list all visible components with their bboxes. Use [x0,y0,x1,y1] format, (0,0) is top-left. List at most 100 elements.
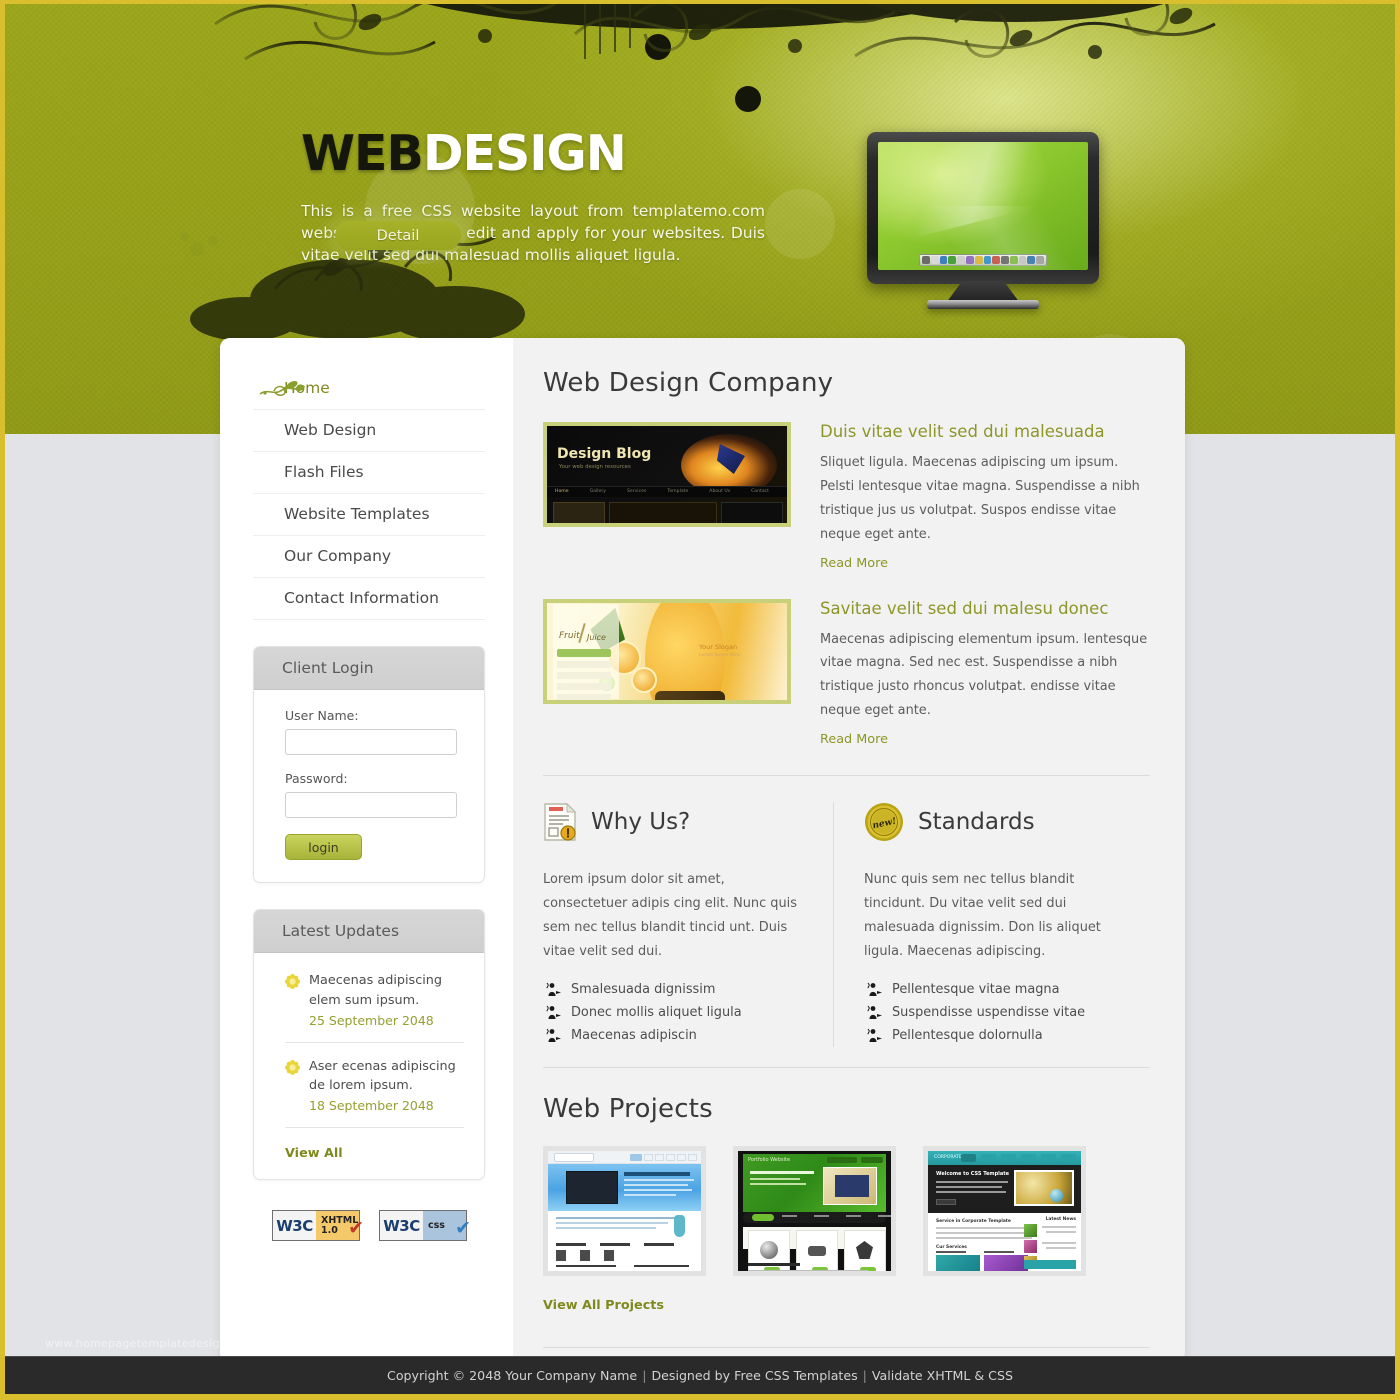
list-item: Maecenas adipiscin [543,1024,803,1047]
content-wrapper: Home Web Design Flash Files Website Temp… [220,338,1185,1362]
bullet-text: Pellentesque vitae magna [892,982,1060,997]
flower-icon [285,1059,300,1075]
w3c-logo-xhtml: W3C [273,1211,316,1241]
article-title: Savitae velit sed dui malesu donec [820,598,1109,618]
monitor-dock [919,254,1047,266]
sidebar-item-website-templates[interactable]: Website Templates [253,494,485,536]
bullet-person-icon [546,1005,561,1019]
checkmark-icon: ✔ [455,1217,471,1240]
sidebar-item-web-design[interactable]: Web Design [253,410,485,452]
bullet-person-icon [867,1028,882,1042]
why-us-title: Why Us? [591,809,691,835]
detail-button[interactable]: Detail [335,221,461,250]
leaf-swirl-icon [259,381,305,397]
read-more-link[interactable]: Read More [820,732,888,747]
article-thumbnail-design-blog[interactable]: Design Blog Your web design resources Ho… [543,422,791,527]
project-thumb-teal[interactable]: CORPORATE Welcome to CSS Template Servic… [923,1146,1086,1276]
bullet-text: Maecenas adipiscin [571,1028,697,1043]
sidebar-link-website-templates[interactable]: Website Templates [253,494,485,535]
sidebar-link-web-design[interactable]: Web Design [253,410,485,451]
w3c-xhtml-badge[interactable]: W3C XHTML 1.0 ✔ [272,1210,364,1242]
logo-web: WEB [301,125,424,182]
bullet-text: Donec mollis aliquet ligula [571,1005,742,1020]
projects-row: Portfolio Website CORPORATE Welcome to C… [543,1146,1150,1276]
feature-columns: Why Us? Lorem ipsum dolor sit amet, cons… [543,802,1150,1047]
client-login-body: User Name: Password: login [254,690,484,882]
update-text: Maecenas adipiscing elem sum ipsum. [309,973,443,1008]
computer-monitor-icon [867,132,1099,309]
article-item: Design Blog Your web design resources Ho… [543,422,1150,571]
validation-badges: W3C XHTML 1.0 ✔ W3C css ✔ [272,1210,485,1242]
why-us-column: Why Us? Lorem ipsum dolor sit amet, cons… [543,802,833,1047]
sidebar-link-our-company[interactable]: Our Company [253,536,485,577]
update-date: 25 September 2048 [309,1012,434,1028]
client-login-title: Client Login [254,647,484,690]
site-footer: Copyright © 2048 Your Company Name | Des… [5,1356,1395,1394]
footer-validate-link[interactable]: Validate XHTML & CSS [872,1368,1013,1383]
footer-separator-2: | [862,1368,867,1383]
update-text: Aser ecenas adipiscing de lorem ipsum. [309,1058,456,1094]
sidebar-item-flash-files[interactable]: Flash Files [253,452,485,494]
bullet-person-icon [867,1005,882,1019]
document-alert-icon [544,802,577,841]
latest-updates-body: Maecenas adipiscing elem sum ipsum. 25 S… [254,953,484,1179]
standards-title: Standards [918,809,1035,835]
why-us-bullets: Smalesuada dignissim Donec mollis alique… [543,978,803,1047]
bullet-text: Smalesuada dignissim [571,982,716,997]
list-item: Smalesuada dignissim [543,978,803,1001]
flower-icon [285,974,300,989]
sidebar-item-contact-information[interactable]: Contact Information [253,578,485,620]
sidebar-link-contact-information[interactable]: Contact Information [253,578,485,619]
password-label: Password: [285,771,348,786]
main-content: Web Design Company Design Blog Your web … [513,338,1185,1362]
sidebar-item-home[interactable]: Home [253,368,485,410]
bullet-person-icon [546,1028,561,1042]
article-text: Sliquet ligula. Maecenas adipiscing um i… [820,455,1140,542]
monitor-screen [878,142,1088,270]
standards-text: Nunc quis sem nec tellus blandit tincidu… [864,872,1101,959]
standards-header: new! Standards [864,802,1133,842]
bullet-text: Pellentesque dolornulla [892,1028,1043,1043]
article-thumbnail-fruit-juice[interactable]: Fruit Juice Your Slogan Lorem ipsum dolo… [543,598,791,704]
username-input[interactable] [285,729,457,755]
divider [543,775,1150,776]
bullet-person-icon [867,982,882,996]
footer-copyright: Copyright © 2048 Your Company Name [387,1368,638,1383]
new-seal-icon: new! [865,803,903,841]
site-logo[interactable]: WEBDESIGN [301,129,771,178]
logo-design: DESIGN [422,125,627,182]
list-item[interactable]: Aser ecenas adipiscing de lorem ipsum. 1… [285,1057,464,1129]
list-item: Donec mollis aliquet ligula [543,1001,803,1024]
login-button[interactable]: login [285,834,362,860]
page-root: WEBDESIGN This is a free CSS website lay… [0,0,1400,1400]
standards-column: new! Standards Nunc quis sem nec tellus … [833,802,1133,1047]
article-text: Maecenas adipiscing elementum ipsum. len… [820,631,1148,719]
list-item: Suspendisse uspendisse vitae [864,1001,1133,1024]
project-thumb-green[interactable]: Portfolio Website [733,1146,896,1276]
monitor-frame [867,132,1099,284]
article-title: Duis vitae velit sed dui malesuada [820,422,1105,441]
project-thumb-blue[interactable] [543,1146,706,1276]
divider [543,1067,1150,1068]
bullet-person-icon [546,982,561,996]
latest-updates-panel: Latest Updates Maecenas adipiscing elem … [253,909,485,1181]
w3c-logo-css: W3C [380,1211,423,1241]
list-item[interactable]: Maecenas adipiscing elem sum ipsum. 25 S… [285,971,464,1043]
divider [543,1347,1150,1348]
checkmark-icon: ✔ [348,1217,364,1240]
update-date: 18 September 2048 [309,1098,434,1114]
username-label: User Name: [285,708,359,723]
footer-designed-by-link[interactable]: Designed by Free CSS Templates [651,1368,857,1383]
why-us-header: Why Us? [543,802,803,842]
read-more-link[interactable]: Read More [820,556,888,571]
sidebar-link-flash-files[interactable]: Flash Files [253,452,485,493]
view-all-link[interactable]: View All [285,1146,343,1161]
view-all-projects-link[interactable]: View All Projects [543,1298,664,1313]
footer-separator-1: | [642,1368,647,1383]
sidebar-item-our-company[interactable]: Our Company [253,536,485,578]
article-item: Fruit Juice Your Slogan Lorem ipsum dolo… [543,598,1150,748]
standards-bullets: Pellentesque vitae magna Suspendisse usp… [864,978,1133,1047]
w3c-css-badge[interactable]: W3C css ✔ [379,1210,471,1242]
article-body: Savitae velit sed dui malesu donec Maece… [820,599,1150,748]
password-input[interactable] [285,792,457,818]
